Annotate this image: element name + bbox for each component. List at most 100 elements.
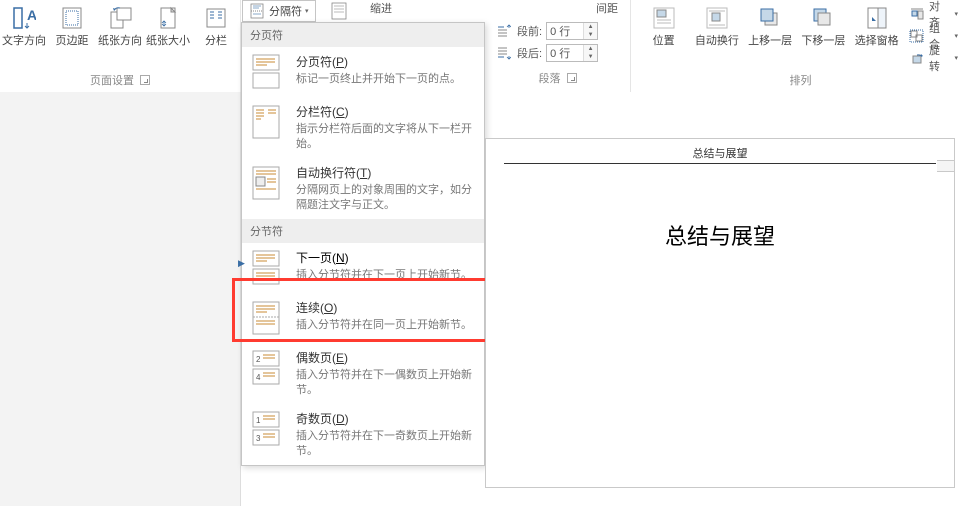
selection-pane-icon bbox=[864, 4, 890, 32]
next-page-title: 下一页(N) bbox=[296, 251, 349, 265]
text-wrapping-title: 自动换行符(T) bbox=[296, 166, 371, 180]
bring-forward-button[interactable]: 上移一层 bbox=[744, 2, 797, 50]
page-setup-dialog-launcher[interactable] bbox=[140, 75, 150, 85]
line-numbers-icon bbox=[330, 2, 348, 20]
menu-item-column-break[interactable]: 分栏符(C) 指示分栏符后面的文字将从下一栏开始。 bbox=[242, 97, 484, 158]
selection-pane-label: 选择窗格 bbox=[855, 34, 899, 48]
next-page-desc: 插入分节符并在下一页上开始新节。 bbox=[296, 268, 472, 283]
send-backward-icon bbox=[810, 4, 836, 32]
svg-text:1: 1 bbox=[256, 416, 261, 425]
ruler-bump bbox=[937, 160, 955, 172]
page-break-title: 分页符(P) bbox=[296, 55, 348, 69]
menu-arrow-icon: ▶ bbox=[238, 258, 245, 269]
text-direction-button[interactable]: A 文字方向 bbox=[0, 2, 48, 50]
spacing-before-value: 0 行 bbox=[550, 23, 570, 39]
column-break-icon bbox=[250, 103, 284, 141]
document-header: 总结与展望 bbox=[486, 139, 954, 163]
columns-label: 分栏 bbox=[205, 34, 227, 48]
margins-button[interactable]: 页边距 bbox=[48, 2, 96, 50]
margins-label: 页边距 bbox=[56, 34, 89, 48]
rotate-icon bbox=[909, 51, 925, 65]
column-break-desc: 指示分栏符后面的文字将从下一栏开始。 bbox=[296, 122, 476, 152]
spacing-after-up[interactable]: ▲ bbox=[584, 45, 597, 53]
wrap-label: 自动换行 bbox=[695, 34, 739, 48]
odd-page-title: 奇数页(D) bbox=[296, 412, 349, 426]
spacing-after-label: 段后: bbox=[517, 45, 542, 61]
breaks-button[interactable]: 分隔符 ▾ bbox=[242, 0, 316, 22]
breaks-button-label: 分隔符 bbox=[269, 3, 302, 19]
text-wrapping-desc: 分隔网页上的对象周围的文字，如分隔题注文字与正文。 bbox=[296, 183, 476, 213]
send-backward-label: 下移一层 bbox=[801, 34, 845, 48]
orientation-button[interactable]: 纸张方向 bbox=[96, 2, 144, 50]
breaks-icon bbox=[249, 3, 265, 19]
section-breaks-header: 分节符 bbox=[242, 219, 484, 243]
bring-forward-label: 上移一层 bbox=[748, 34, 792, 48]
continuous-icon bbox=[250, 299, 284, 337]
menu-item-next-page[interactable]: 下一页(N) 插入分节符并在下一页上开始新节。 bbox=[242, 243, 484, 293]
breaks-menu: 分页符 分页符(P) 标记一页终止并开始下一页的点。 分栏符(C) 指示分栏符后面的… bbox=[241, 22, 485, 466]
wrap-icon bbox=[704, 4, 730, 32]
size-button[interactable]: 纸张大小 bbox=[144, 2, 192, 50]
spacing-before-input[interactable]: 0 行 ▲▼ bbox=[546, 22, 598, 40]
size-icon bbox=[156, 4, 180, 32]
bring-forward-icon bbox=[757, 4, 783, 32]
page-break-desc: 标记一页终止并开始下一页的点。 bbox=[296, 72, 461, 87]
even-page-desc: 插入分节符并在下一偶数页上开始新节。 bbox=[296, 368, 476, 398]
text-wrapping-icon bbox=[250, 164, 284, 202]
spacing-after-down[interactable]: ▼ bbox=[584, 53, 597, 61]
position-icon bbox=[651, 4, 677, 32]
spacing-after-icon bbox=[495, 45, 513, 61]
page-breaks-header: 分页符 bbox=[242, 23, 484, 47]
spacing-after-value: 0 行 bbox=[550, 45, 570, 61]
spacing-after-input[interactable]: 0 行 ▲▼ bbox=[546, 44, 598, 62]
selection-pane-button[interactable]: 选择窗格 bbox=[850, 2, 903, 50]
continuous-desc: 插入分节符并在同一页上开始新节。 bbox=[296, 318, 472, 333]
column-break-title: 分栏符(C) bbox=[296, 105, 349, 119]
columns-button[interactable]: 分栏 bbox=[192, 2, 240, 50]
menu-item-page-break[interactable]: 分页符(P) 标记一页终止并开始下一页的点。 bbox=[242, 47, 484, 97]
menu-item-odd-page[interactable]: 13 奇数页(D)插入分节符并在下一奇数页上开始新节。 bbox=[242, 404, 484, 465]
size-label: 纸张大小 bbox=[146, 34, 190, 48]
orientation-icon bbox=[108, 4, 132, 32]
svg-text:3: 3 bbox=[256, 434, 261, 443]
text-direction-label: 文字方向 bbox=[2, 34, 46, 48]
document-title: 总结与展望 bbox=[486, 219, 954, 251]
spacing-header: 间距 bbox=[596, 0, 618, 16]
page-break-icon bbox=[250, 53, 284, 91]
menu-item-continuous[interactable]: 连续(O) 插入分节符并在同一页上开始新节。 bbox=[242, 293, 484, 343]
menu-item-even-page[interactable]: 24 偶数页(E)插入分节符并在下一偶数页上开始新节。 bbox=[242, 343, 484, 404]
arrange-group-label: 排列 bbox=[790, 72, 812, 88]
svg-text:4: 4 bbox=[256, 373, 261, 382]
rotate-button[interactable]: 旋转▾ bbox=[905, 48, 962, 68]
odd-page-desc: 插入分节符并在下一奇数页上开始新节。 bbox=[296, 429, 476, 459]
continuous-title: 连续(O) bbox=[296, 301, 337, 315]
next-page-icon bbox=[250, 249, 284, 287]
orientation-label: 纸张方向 bbox=[98, 34, 142, 48]
paragraph-group-label: 段落 bbox=[539, 70, 561, 86]
spacing-before-label: 段前: bbox=[517, 23, 542, 39]
svg-text:2: 2 bbox=[256, 355, 261, 364]
line-numbers-button[interactable] bbox=[330, 0, 348, 22]
spacing-before-up[interactable]: ▲ bbox=[584, 23, 597, 31]
odd-page-icon: 13 bbox=[250, 410, 284, 448]
wrap-button[interactable]: 自动换行 bbox=[690, 2, 743, 50]
even-page-title: 偶数页(E) bbox=[296, 351, 348, 365]
margins-icon bbox=[60, 4, 84, 32]
send-backward-button[interactable]: 下移一层 bbox=[797, 2, 850, 50]
menu-item-text-wrapping[interactable]: 自动换行符(T) 分隔网页上的对象周围的文字，如分隔题注文字与正文。 bbox=[242, 158, 484, 219]
paragraph-dialog-launcher[interactable] bbox=[567, 73, 577, 83]
spacing-before-icon bbox=[495, 23, 513, 39]
indent-header-label: 缩进 bbox=[370, 0, 392, 16]
position-label: 位置 bbox=[653, 34, 675, 48]
rotate-label: 旋转 bbox=[929, 42, 951, 74]
page-setup-group-label: 页面设置 bbox=[90, 72, 134, 88]
text-direction-icon: A bbox=[12, 4, 36, 32]
columns-icon bbox=[204, 4, 228, 32]
spacing-before-down[interactable]: ▼ bbox=[584, 31, 597, 39]
group-icon bbox=[909, 29, 925, 43]
svg-text:A: A bbox=[27, 7, 36, 23]
even-page-icon: 24 bbox=[250, 349, 284, 387]
document-page: 总结与展望 总结与展望 bbox=[485, 138, 955, 488]
position-button[interactable]: 位置 bbox=[637, 2, 690, 50]
align-icon bbox=[909, 7, 925, 21]
